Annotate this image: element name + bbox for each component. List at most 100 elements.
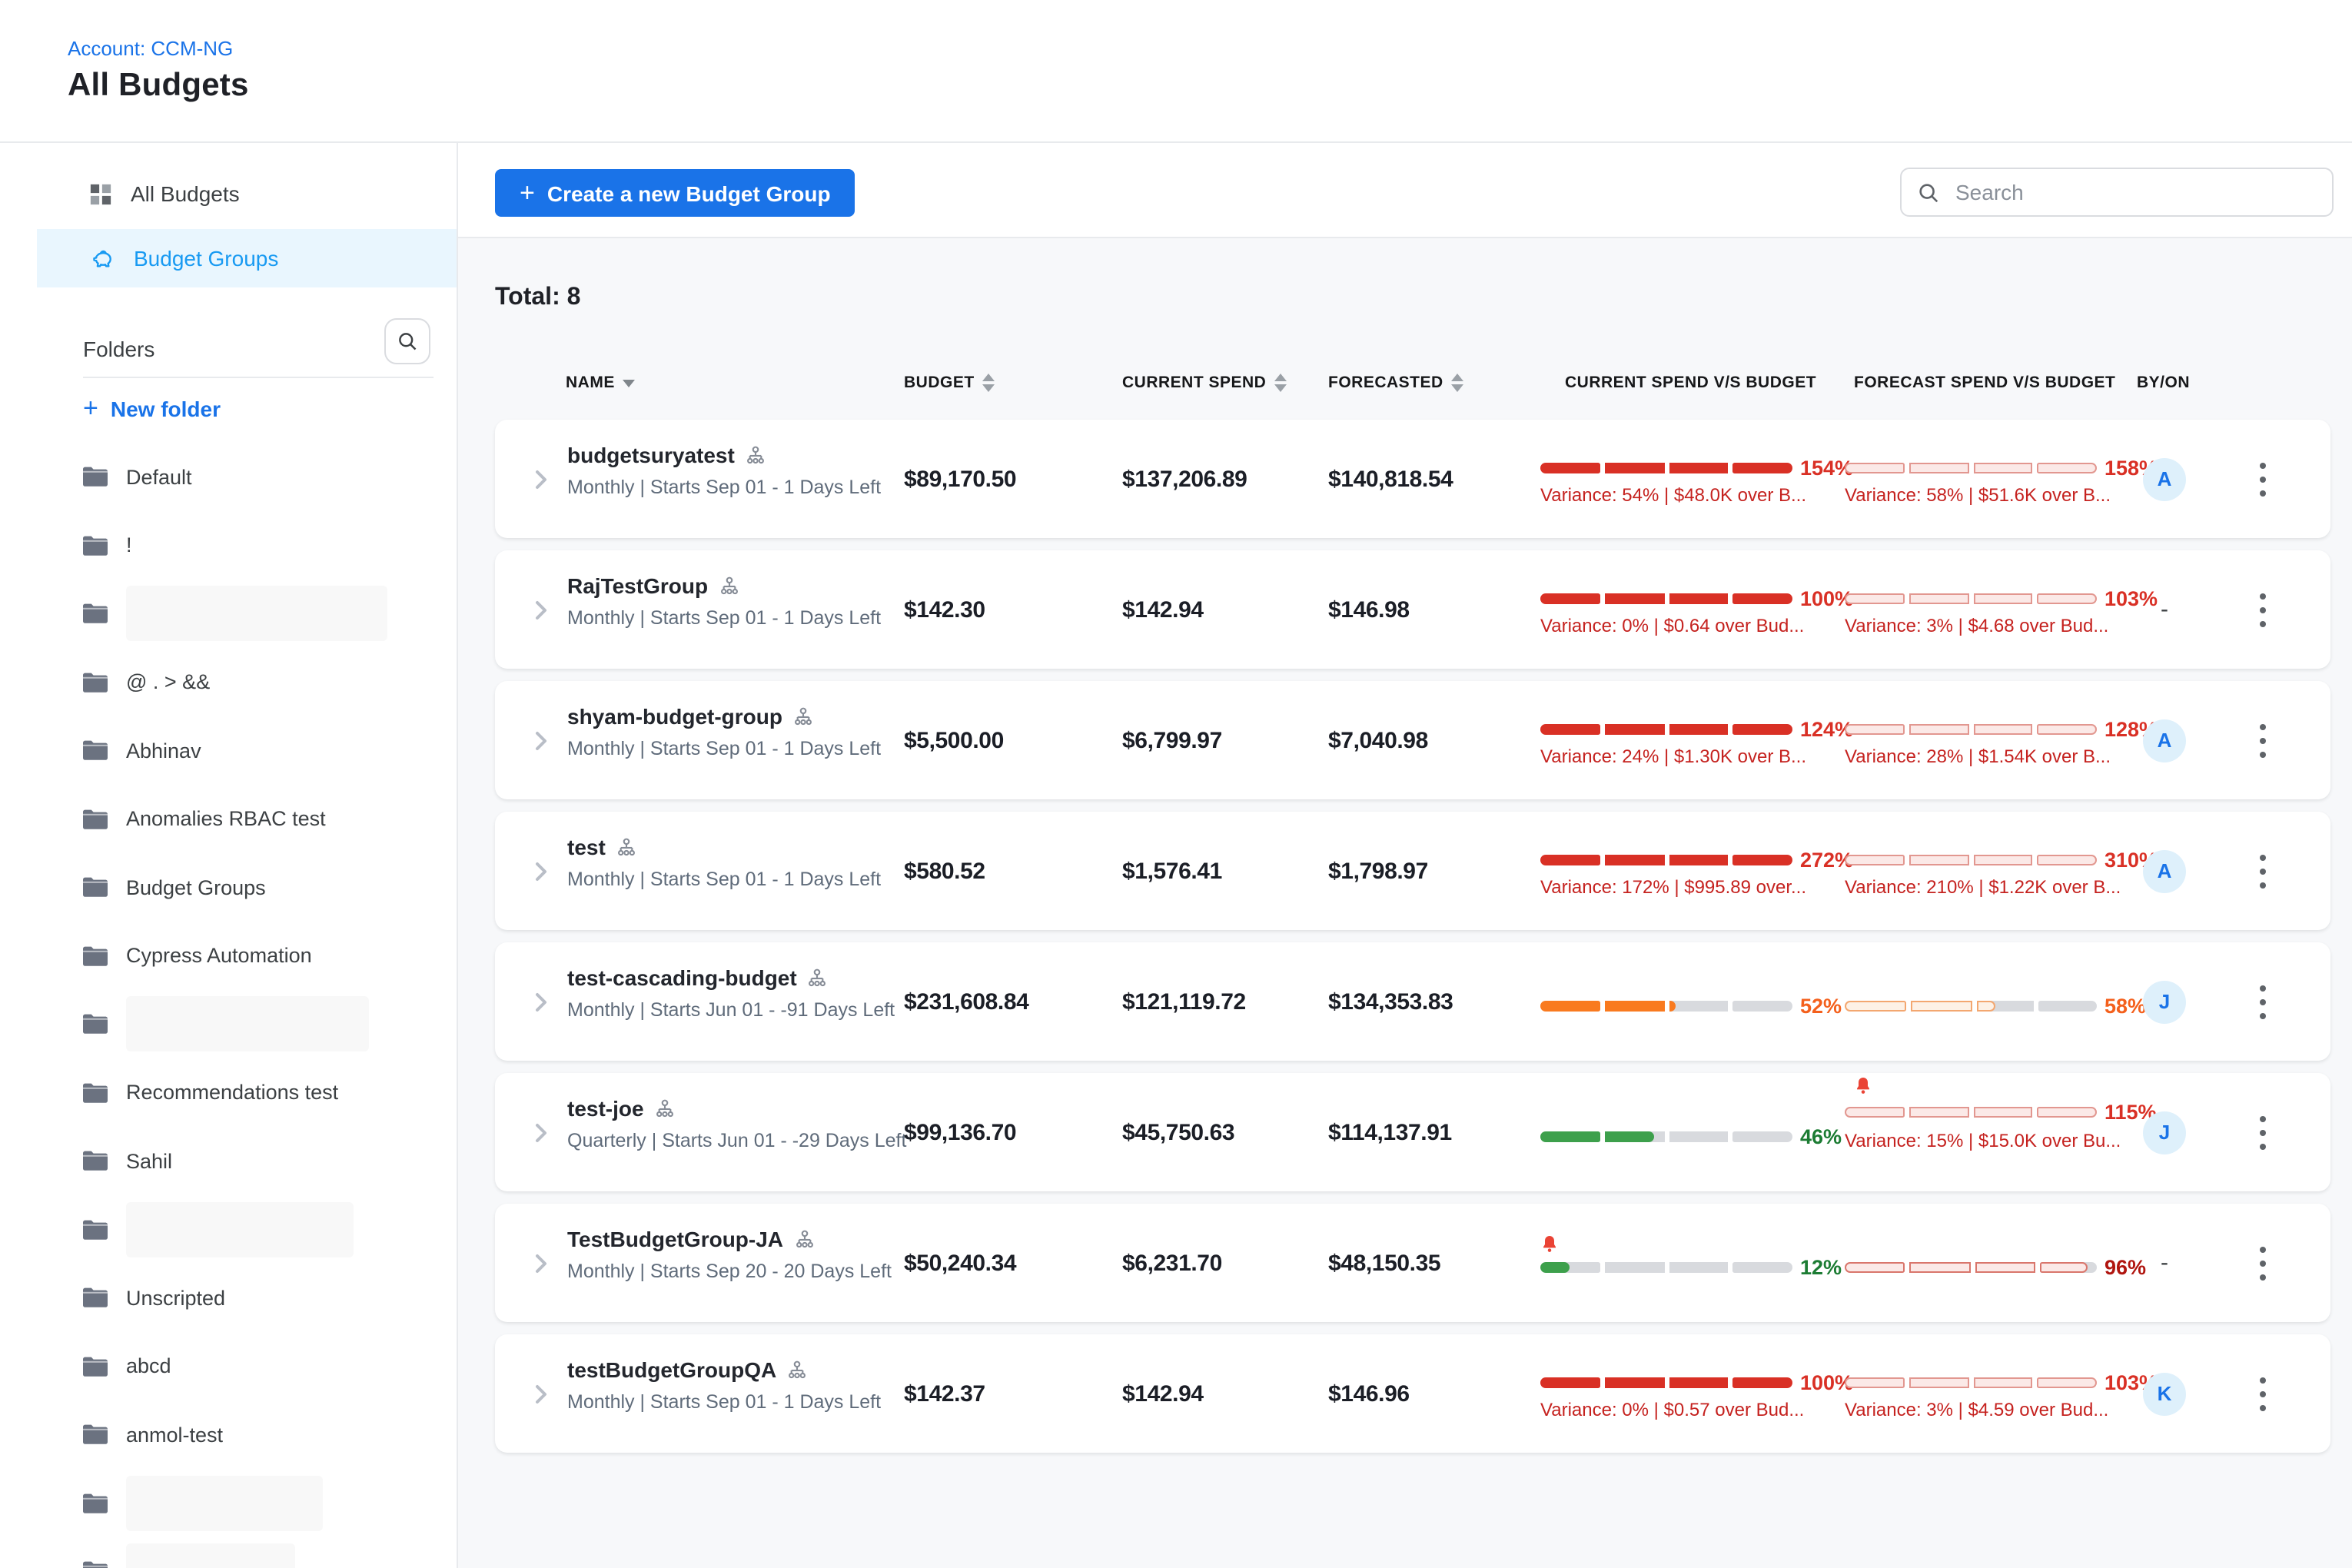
folder-item[interactable]: Anomalies RBAC test bbox=[83, 785, 452, 853]
bar-segment bbox=[1669, 1377, 1729, 1388]
account-link[interactable]: Account: CCM-NG bbox=[68, 37, 233, 60]
forecasted-value: $140,818.54 bbox=[1328, 466, 1453, 492]
bar-segment bbox=[1540, 1131, 1600, 1142]
bar-segment bbox=[1845, 855, 1905, 865]
avatar: A bbox=[2143, 849, 2186, 892]
folder-item[interactable] bbox=[83, 1537, 452, 1568]
budget-group-row[interactable]: TestBudgetGroup-JAMonthly | Starts Sep 2… bbox=[495, 1204, 2330, 1322]
bar-segment bbox=[1605, 1262, 1665, 1273]
bar-segment bbox=[1733, 463, 1793, 473]
folders-search-button[interactable] bbox=[384, 318, 430, 364]
folder-item[interactable]: Abhinav bbox=[83, 716, 452, 785]
current-spend-vs-budget-bar-track bbox=[1540, 593, 1792, 604]
chevron-right-icon[interactable] bbox=[535, 1384, 547, 1404]
column-header-budget[interactable]: BUDGET bbox=[904, 374, 995, 392]
avatar: J bbox=[2143, 1111, 2186, 1154]
bar-segment bbox=[1540, 855, 1600, 865]
chevron-right-icon[interactable] bbox=[535, 1122, 547, 1142]
bar-segment bbox=[1973, 855, 2033, 865]
budget-value: $5,500.00 bbox=[904, 727, 1004, 753]
column-header-name[interactable]: NAME bbox=[566, 374, 635, 392]
kebab-menu-icon[interactable] bbox=[2254, 586, 2272, 633]
bar-segment bbox=[1845, 1377, 1905, 1388]
bar-segment bbox=[1909, 1377, 1969, 1388]
hierarchy-icon bbox=[808, 968, 828, 988]
forecasted-value: $7,040.98 bbox=[1328, 727, 1428, 753]
new-folder-button[interactable]: + New folder bbox=[83, 397, 221, 421]
kebab-menu-icon[interactable] bbox=[2254, 456, 2272, 502]
folder-item[interactable]: abcd bbox=[83, 1332, 452, 1400]
chevron-right-icon[interactable] bbox=[535, 1253, 547, 1273]
folder-item[interactable]: anmol-test bbox=[83, 1400, 452, 1469]
current-spend-vs-budget-cell: 100%Variance: 0% | $0.57 over Bud... bbox=[1540, 1334, 1848, 1453]
current-spend-vs-budget-bar-track bbox=[1540, 855, 1792, 865]
folder-name: anmol-test bbox=[126, 1423, 223, 1447]
kebab-menu-icon[interactable] bbox=[2254, 848, 2272, 894]
budget-group-row[interactable]: test-joeQuarterly | Starts Jun 01 - -29 … bbox=[495, 1073, 2330, 1191]
folder-item[interactable]: Budget Groups bbox=[83, 853, 452, 922]
column-header-current-spend[interactable]: CURRENT SPEND bbox=[1122, 374, 1286, 392]
forecast-spend-vs-budget-bar: 103% bbox=[1845, 587, 2158, 610]
folder-item[interactable]: Cypress Automation bbox=[83, 922, 452, 990]
forecasted-value: $134,353.83 bbox=[1328, 988, 1453, 1015]
group-name-block: testBudgetGroupQAMonthly | Starts Sep 01… bbox=[567, 1357, 881, 1413]
hierarchy-icon bbox=[746, 445, 766, 465]
folder-item[interactable] bbox=[83, 1195, 452, 1264]
forecast-spend-vs-budget-cell: 128%Variance: 28% | $1.54K over B... bbox=[1845, 681, 2152, 799]
folder-item[interactable] bbox=[83, 580, 452, 648]
current-spend-vs-budget-bar-track bbox=[1540, 1131, 1792, 1142]
bar-segment bbox=[1973, 593, 2033, 604]
folder-item[interactable]: Sahil bbox=[83, 1127, 452, 1195]
folder-item[interactable] bbox=[83, 1469, 452, 1537]
kebab-menu-icon[interactable] bbox=[2254, 978, 2272, 1025]
folder-item[interactable] bbox=[83, 990, 452, 1058]
budget-group-row[interactable]: testBudgetGroupQAMonthly | Starts Sep 01… bbox=[495, 1334, 2330, 1453]
folder-icon bbox=[83, 535, 108, 556]
folder-item[interactable]: Default bbox=[83, 443, 452, 511]
kebab-menu-icon[interactable] bbox=[2254, 1109, 2272, 1155]
bar-segment bbox=[1540, 1262, 1600, 1273]
chevron-right-icon[interactable] bbox=[535, 861, 547, 881]
sidebar-item-budget-groups[interactable]: Budget Groups bbox=[37, 229, 458, 287]
piggy-bank-icon bbox=[89, 245, 115, 271]
kebab-menu-icon[interactable] bbox=[2254, 1240, 2272, 1286]
column-label: CURRENT SPEND V/S BUDGET bbox=[1565, 374, 1816, 392]
create-budget-group-button[interactable]: + Create a new Budget Group bbox=[495, 169, 855, 217]
current-spend-vs-budget-bar-track bbox=[1540, 1262, 1792, 1273]
budget-group-row[interactable]: test-cascading-budgetMonthly | Starts Ju… bbox=[495, 942, 2330, 1061]
folder-item[interactable]: @ . > && bbox=[83, 648, 452, 716]
current-spend-vs-budget-bar: 52% bbox=[1540, 995, 1842, 1018]
forecast-spend-vs-budget-bar-track bbox=[1845, 1262, 2097, 1273]
hierarchy-icon bbox=[787, 1360, 807, 1380]
budget-group-row[interactable]: RajTestGroupMonthly | Starts Sep 01 - 1 … bbox=[495, 550, 2330, 669]
column-header-forecasted[interactable]: FORECASTED bbox=[1328, 374, 1463, 392]
forecast-spend-vs-budget-bar: 310% bbox=[1845, 849, 2158, 872]
folder-item[interactable]: Recommendations test bbox=[83, 1058, 452, 1127]
bar-segment bbox=[1973, 724, 2033, 735]
sidebar-item-all-budgets[interactable]: All Budgets bbox=[37, 164, 458, 223]
folder-name: Default bbox=[126, 466, 192, 489]
folder-name: ! bbox=[126, 534, 132, 557]
chevron-right-icon[interactable] bbox=[535, 469, 547, 489]
current-spend-vs-budget-bar: 124% bbox=[1540, 718, 1853, 741]
kebab-menu-icon[interactable] bbox=[2254, 1370, 2272, 1417]
budget-group-row[interactable]: budgetsuryatestMonthly | Starts Sep 01 -… bbox=[495, 420, 2330, 538]
folders-header: Folders bbox=[83, 337, 154, 361]
budget-group-row[interactable]: shyam-budget-groupMonthly | Starts Sep 0… bbox=[495, 681, 2330, 799]
chevron-right-icon[interactable] bbox=[535, 992, 547, 1012]
search-input[interactable] bbox=[1952, 178, 2317, 206]
folder-icon bbox=[83, 809, 108, 830]
folder-icon bbox=[83, 945, 108, 967]
budget-group-row[interactable]: testMonthly | Starts Sep 01 - 1 Days Lef… bbox=[495, 812, 2330, 930]
folder-item[interactable]: ! bbox=[83, 511, 452, 580]
folder-item[interactable]: Unscripted bbox=[83, 1264, 452, 1332]
chevron-right-icon[interactable] bbox=[535, 600, 547, 620]
budget-value: $50,240.34 bbox=[904, 1250, 1016, 1276]
folder-name-redacted bbox=[126, 997, 369, 1052]
chevron-right-icon[interactable] bbox=[535, 730, 547, 750]
current-spend-vs-budget-bar: 100% bbox=[1540, 1371, 1853, 1394]
forecast-spend-vs-budget-bar: 128% bbox=[1845, 718, 2158, 741]
bar-segment bbox=[2038, 593, 2098, 604]
kebab-menu-icon[interactable] bbox=[2254, 717, 2272, 763]
group-name: TestBudgetGroup-JA bbox=[567, 1227, 892, 1251]
